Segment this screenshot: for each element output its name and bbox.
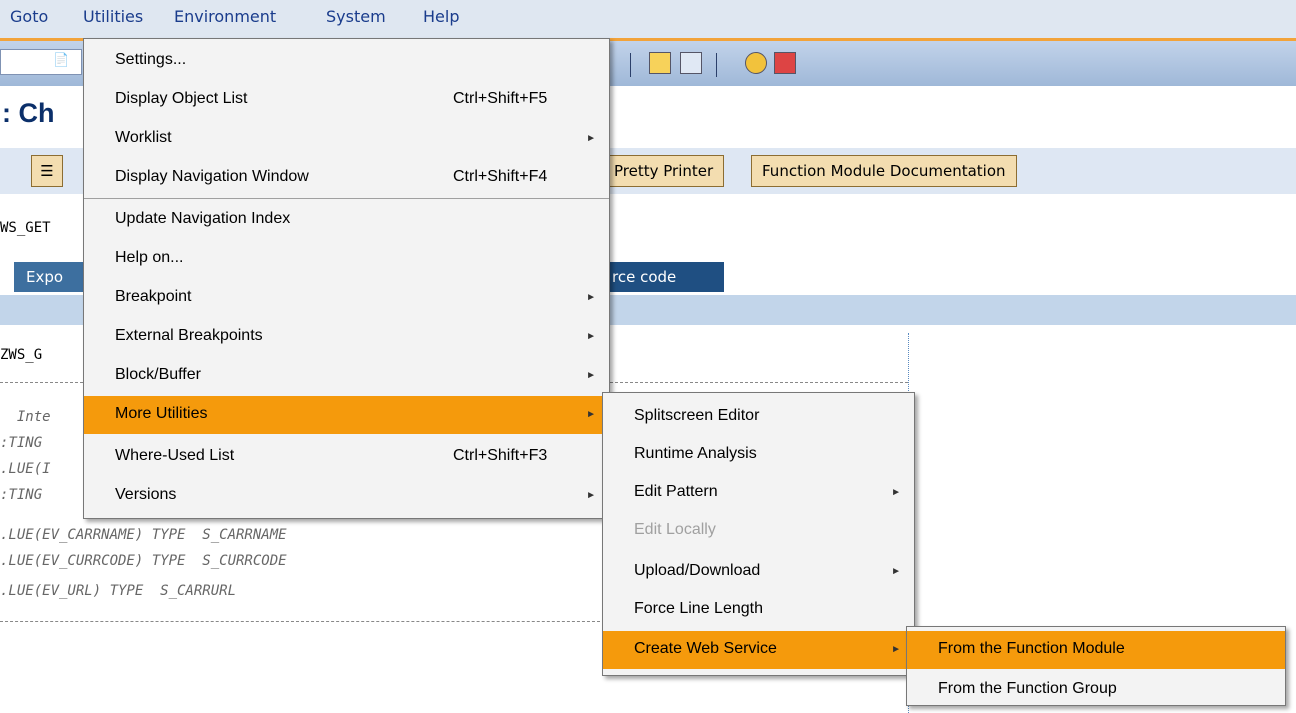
submenu-arrow-icon: ►: [891, 644, 901, 655]
menu-item-label: Edit Locally: [634, 521, 716, 538]
menu-item-create-web-service[interactable]: Create Web Service ►: [603, 631, 914, 669]
toolbar-separator: [716, 53, 717, 77]
menu-item-update-navigation-index[interactable]: Update Navigation Index: [84, 201, 609, 239]
menu-item-shortcut: Ctrl+Shift+F5: [453, 90, 548, 107]
submenu-arrow-icon: ►: [891, 566, 901, 577]
menu-item-label: Display Object List: [115, 90, 248, 107]
menu-item-label: Runtime Analysis: [634, 445, 757, 462]
menu-item-settings[interactable]: Settings...: [84, 42, 609, 80]
menu-item-label: From the Function Group: [938, 680, 1117, 697]
new-session-icon[interactable]: [649, 52, 671, 74]
menu-utilities[interactable]: Utilities: [83, 7, 143, 26]
menu-environment[interactable]: Environment: [174, 7, 276, 26]
menu-item-display-object-list[interactable]: Display Object List Ctrl+Shift+F5: [84, 81, 609, 119]
fm-documentation-button[interactable]: Function Module Documentation: [751, 155, 1017, 187]
menu-item-help-on[interactable]: Help on...: [84, 240, 609, 278]
menu-separator: [84, 198, 609, 199]
menu-item-from-function-module[interactable]: From the Function Module: [907, 631, 1285, 669]
menu-item-upload-download[interactable]: Upload/Download ►: [603, 553, 914, 591]
menu-item-label: From the Function Module: [938, 640, 1125, 657]
code-line: .LUE(I: [0, 461, 51, 477]
menu-item-label: Breakpoint: [115, 288, 192, 305]
menu-help[interactable]: Help: [423, 7, 459, 26]
toolbar-separator: [630, 53, 631, 77]
menu-item-splitscreen-editor[interactable]: Splitscreen Editor: [603, 398, 914, 436]
menu-item-from-function-group[interactable]: From the Function Group: [907, 671, 1285, 709]
function-module-name: WS_GET: [0, 220, 51, 236]
menu-item-shortcut: Ctrl+Shift+F4: [453, 168, 548, 185]
utilities-menu: Settings... Display Object List Ctrl+Shi…: [83, 38, 610, 519]
menu-item-label: Block/Buffer: [115, 366, 201, 383]
comment-divider: [0, 621, 600, 622]
menu-item-label: Force Line Length: [634, 600, 763, 617]
create-web-service-menu: From the Function Module From the Functi…: [906, 626, 1286, 706]
menu-item-label: External Breakpoints: [115, 327, 263, 344]
tab-export[interactable]: Expo: [14, 262, 94, 292]
menu-item-edit-locally: Edit Locally: [603, 512, 914, 550]
submenu-arrow-icon: ►: [586, 490, 596, 501]
menu-item-shortcut: Ctrl+Shift+F3: [453, 447, 548, 464]
more-utilities-menu: Splitscreen Editor Runtime Analysis Edit…: [602, 392, 915, 676]
menu-item-external-breakpoints[interactable]: External Breakpoints ►: [84, 318, 609, 356]
menu-item-label: Splitscreen Editor: [634, 407, 760, 424]
hierarchy-icon[interactable]: ☰: [31, 155, 63, 187]
menu-item-label: Display Navigation Window: [115, 168, 309, 185]
menu-item-label: Where-Used List: [115, 447, 235, 464]
help-icon[interactable]: [745, 52, 767, 74]
menu-item-label: Create Web Service: [634, 640, 777, 657]
page-title: : Ch: [2, 98, 55, 128]
code-line: .LUE(EV_URL) TYPE S_CARRURL: [0, 583, 237, 599]
menu-system[interactable]: System: [326, 7, 386, 26]
menu-item-label: More Utilities: [115, 405, 208, 422]
code-line: .LUE(EV_CARRNAME) TYPE S_CARRNAME: [0, 527, 287, 543]
menu-item-label: Update Navigation Index: [115, 210, 291, 227]
menu-item-versions[interactable]: Versions ►: [84, 477, 609, 515]
menu-item-edit-pattern[interactable]: Edit Pattern ►: [603, 474, 914, 512]
pretty-printer-button[interactable]: Pretty Printer: [603, 155, 725, 187]
menu-item-runtime-analysis[interactable]: Runtime Analysis: [603, 436, 914, 474]
code-line: .LUE(EV_CURRCODE) TYPE S_CURRCODE: [0, 553, 287, 569]
code-line: ZWS_G: [0, 347, 43, 363]
code-line: :TING: [0, 435, 43, 451]
menu-item-force-line-length[interactable]: Force Line Length: [603, 591, 914, 629]
tab-source-code[interactable]: rce code: [600, 262, 724, 292]
menu-item-label: Help on...: [115, 249, 184, 266]
menu-item-more-utilities[interactable]: More Utilities ►: [84, 396, 609, 434]
shortcut-icon[interactable]: [680, 52, 702, 74]
submenu-arrow-icon: ►: [586, 409, 596, 420]
menu-item-label: Worklist: [115, 129, 172, 146]
menu-item-breakpoint[interactable]: Breakpoint ►: [84, 279, 609, 317]
menu-item-where-used-list[interactable]: Where-Used List Ctrl+Shift+F3: [84, 438, 609, 476]
submenu-arrow-icon: ►: [586, 331, 596, 342]
submenu-arrow-icon: ►: [891, 487, 901, 498]
command-field[interactable]: 📄: [0, 49, 82, 75]
code-line: Inte: [0, 409, 51, 425]
submenu-arrow-icon: ►: [586, 292, 596, 303]
menu-item-worklist[interactable]: Worklist ►: [84, 120, 609, 158]
menu-bar: Goto Utilities Environment System Help: [0, 0, 1296, 38]
code-line: :TING: [0, 487, 43, 503]
menu-goto[interactable]: Goto: [10, 7, 48, 26]
menu-item-label: Versions: [115, 486, 177, 503]
menu-item-label: Settings...: [115, 51, 187, 68]
history-icon[interactable]: 📄: [53, 53, 69, 68]
menu-item-block-buffer[interactable]: Block/Buffer ►: [84, 357, 609, 395]
submenu-arrow-icon: ►: [586, 133, 596, 144]
submenu-arrow-icon: ►: [586, 370, 596, 381]
menu-item-label: Edit Pattern: [634, 483, 718, 500]
menu-item-display-navigation-window[interactable]: Display Navigation Window Ctrl+Shift+F4: [84, 159, 609, 197]
layout-menu-icon[interactable]: [774, 52, 796, 74]
menu-item-label: Upload/Download: [634, 562, 761, 579]
